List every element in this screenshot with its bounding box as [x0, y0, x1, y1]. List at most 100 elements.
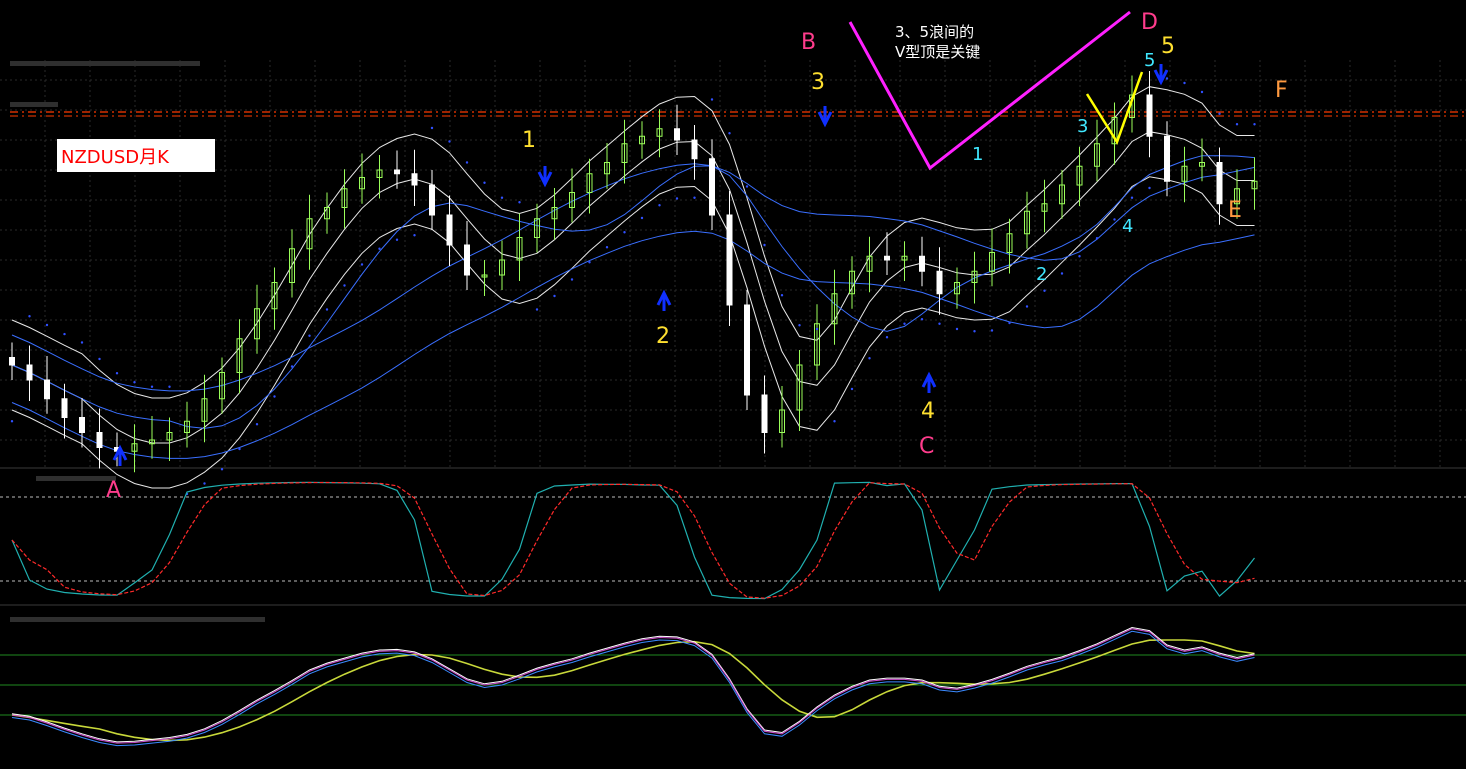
candle-body	[726, 214, 733, 306]
sar-dot	[1078, 255, 1081, 258]
sar-dot	[903, 322, 906, 325]
candle-body	[1146, 94, 1153, 137]
sar-dot	[938, 322, 941, 325]
candle-body	[884, 255, 890, 261]
header-smudge	[10, 617, 265, 622]
sar-dot	[868, 357, 871, 360]
sar-dot	[448, 140, 451, 143]
sar-dot	[115, 372, 119, 375]
sar-dot	[1113, 218, 1116, 221]
sar-dot	[588, 261, 591, 264]
sar-dot	[133, 381, 136, 384]
sar-dot	[1095, 237, 1099, 240]
envelope-upper	[11, 86, 1255, 399]
header-smudge	[10, 102, 58, 107]
arrow-down-icon	[817, 106, 833, 128]
sar-dot	[570, 278, 574, 281]
sar-dot	[1043, 289, 1046, 292]
stochastic-panel	[0, 481, 1466, 600]
candle-body	[761, 394, 768, 433]
sar-dot	[500, 196, 504, 199]
v-top-annotation	[848, 10, 1144, 171]
osc-blue-line	[11, 630, 1255, 747]
candle-body	[919, 255, 925, 272]
symbol-label-box: NZDUSD月K	[57, 139, 215, 172]
oscillator-panel	[0, 626, 1466, 747]
wave-label-2: 2	[656, 324, 670, 349]
candle-body	[394, 169, 400, 175]
sar-dot	[360, 263, 364, 266]
sar-dot	[675, 197, 679, 200]
arrow-down-icon	[537, 166, 553, 188]
sar-dot	[920, 318, 924, 321]
sar-dot	[1218, 112, 1221, 115]
sar-dot	[518, 201, 521, 204]
sar-dot	[745, 185, 749, 188]
candle-body	[709, 158, 715, 216]
sar-dot	[710, 98, 714, 101]
wave-label-5: 5	[1161, 34, 1175, 59]
sar-dot	[885, 336, 889, 339]
sar-dot	[238, 447, 241, 451]
sar-dot	[10, 420, 14, 423]
sar-dot	[273, 395, 276, 398]
candle-body	[674, 128, 680, 141]
sar-dot	[658, 204, 661, 207]
sar-dot	[1235, 123, 1239, 126]
candle-body	[446, 214, 453, 246]
sar-dot	[535, 308, 539, 311]
candle-body	[26, 364, 33, 381]
sar-dot	[308, 334, 311, 337]
sar-dot	[413, 234, 416, 237]
candle-body	[1216, 162, 1223, 205]
candle-body	[744, 304, 750, 396]
sar-dot	[1008, 321, 1011, 325]
point-label-c: C	[919, 434, 935, 459]
sar-dot	[1060, 272, 1064, 275]
point-label-a: A	[106, 478, 122, 503]
sar-dot	[693, 196, 696, 199]
candle-body	[936, 270, 943, 295]
candle-body	[96, 432, 103, 448]
candle-body	[411, 173, 418, 186]
point-label-e: E	[1228, 198, 1242, 223]
sar-dot	[815, 327, 819, 331]
sar-dot	[1183, 81, 1186, 85]
sar-dot	[553, 294, 556, 298]
wave-label-1: 1	[522, 128, 536, 153]
sar-dot	[325, 308, 329, 311]
sar-dot	[623, 231, 626, 234]
v-top-note-line2: V型顶是关键	[895, 43, 981, 61]
candlesticks	[9, 71, 1258, 473]
sar-dot	[1130, 196, 1134, 199]
candle-body	[44, 379, 50, 400]
candle-body	[429, 184, 435, 216]
sar-dot	[80, 341, 84, 344]
sar-dot	[150, 385, 154, 388]
v-top-note-line1: 3、5浪间的	[895, 23, 975, 41]
sar-dot	[1165, 77, 1169, 80]
ma-slow-lower	[11, 230, 1255, 459]
sar-dot	[955, 327, 959, 331]
candle-body	[9, 357, 15, 366]
price-chart	[0, 10, 1466, 747]
grid	[0, 60, 1466, 606]
v-top-note: 3、5浪间的 V型顶是关键	[895, 22, 980, 62]
point-label-f: F	[1275, 78, 1288, 103]
ma-fast	[11, 131, 1255, 444]
sar-dot	[1148, 186, 1151, 190]
candle-body	[61, 398, 68, 418]
symbol-label: NZDUSD月K	[61, 147, 169, 168]
sar-dot	[728, 132, 731, 135]
subwave-label-5: 5	[1144, 50, 1156, 71]
sar-dot	[28, 315, 31, 318]
sar-dot	[640, 216, 644, 220]
sar-dot	[465, 161, 469, 164]
candle-body	[691, 139, 698, 160]
sar-dot	[63, 332, 66, 336]
sar-dot	[1025, 305, 1029, 308]
sar-dot	[378, 247, 381, 250]
sar-dot	[255, 423, 259, 426]
sar-dot	[763, 243, 766, 247]
ma-mid	[11, 155, 1255, 429]
